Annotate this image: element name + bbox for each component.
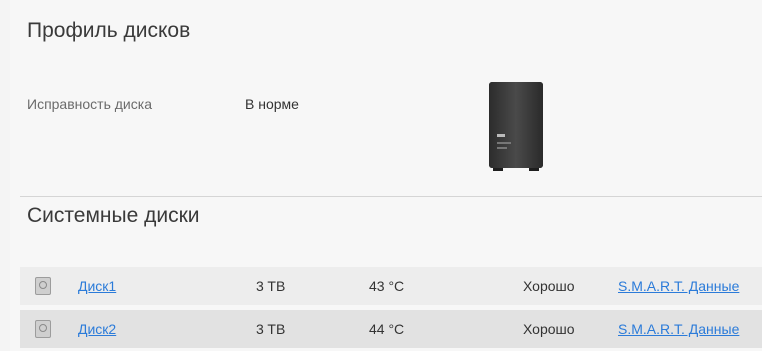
smart-data-link[interactable]: S.M.A.R.T. Данные [618, 278, 739, 294]
disk-name-link[interactable]: Диск1 [78, 278, 116, 294]
table-row: Диск1 3 TB 43 °C Хорошо S.M.A.R.T. Данны… [20, 267, 762, 305]
disk-name-link[interactable]: Диск2 [78, 321, 116, 337]
disk-size: 3 TB [256, 278, 286, 294]
disk-icon [35, 320, 51, 338]
nas-device-image [487, 80, 545, 172]
disk-status: Хорошо [523, 321, 575, 337]
smart-data-link[interactable]: S.M.A.R.T. Данные [618, 321, 739, 337]
disk-profile-panel: Профиль дисков Исправность диска В норме… [10, 0, 762, 351]
system-disks-title: Системные диски [27, 204, 200, 227]
disk-health-label: Исправность диска [27, 96, 152, 112]
disk-health-value: В норме [245, 96, 299, 112]
disk-size: 3 TB [256, 321, 286, 337]
table-row: Диск2 3 TB 44 °C Хорошо S.M.A.R.T. Данны… [20, 310, 762, 348]
disk-icon [35, 277, 51, 295]
disk-status: Хорошо [523, 278, 575, 294]
section-divider [20, 196, 762, 197]
disk-temperature: 43 °C [369, 278, 405, 294]
disk-temperature: 44 °C [369, 321, 405, 337]
profile-title: Профиль дисков [27, 19, 191, 42]
disk-table: Диск1 3 TB 43 °C Хорошо S.M.A.R.T. Данны… [20, 267, 762, 348]
